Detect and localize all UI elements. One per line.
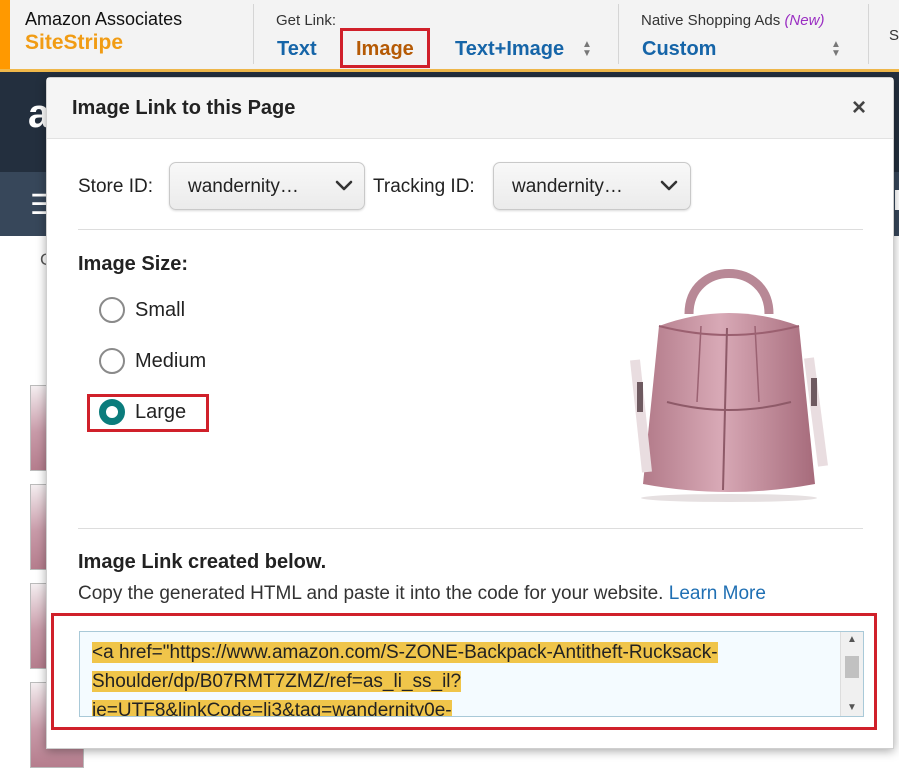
html-code-textarea[interactable]: <a href="https://www.amazon.com/S-ZONE-B…: [79, 631, 864, 717]
store-id-value: wandernity…: [188, 176, 299, 197]
radio-button-large-selected[interactable]: [99, 399, 125, 425]
divider: [618, 4, 619, 64]
sitestripe-bar: Amazon Associates SiteStripe Get Link: T…: [0, 0, 899, 72]
nav-item-edge: [895, 190, 899, 210]
tracking-id-value: wandernity…: [512, 176, 623, 197]
brand-line-sitestripe: SiteStripe: [25, 31, 124, 54]
tracking-id-dropdown[interactable]: wandernity…: [493, 162, 691, 210]
learn-more-link[interactable]: Learn More: [669, 583, 766, 604]
copy-instructions: Copy the generated HTML and paste it int…: [78, 583, 766, 605]
brand-line-associates: Amazon Associates: [25, 9, 183, 29]
link-created-label: Image Link created below.: [78, 551, 327, 573]
updown-arrow-icon[interactable]: ▲ ▼: [831, 40, 841, 59]
code-line: ie=UTF8&linkCode=li3&tag=wandernity0e-: [92, 700, 452, 716]
chevron-down-icon: [335, 180, 353, 191]
backpack-icon: [630, 269, 828, 502]
divider: [253, 4, 254, 64]
updown-arrow-icon[interactable]: ▲ ▼: [582, 40, 592, 59]
code-line: <a href="https://www.amazon.com/S-ZONE-B…: [92, 642, 718, 663]
code-line: Shoulder/dp/B07RMT7ZMZ/ref=as_li_ss_il?: [92, 671, 462, 692]
size-option-label: Small: [135, 299, 186, 321]
store-id-dropdown[interactable]: wandernity…: [169, 162, 365, 210]
native-ads-custom-dropdown[interactable]: Custom: [642, 38, 716, 61]
tracking-id-label: Tracking ID:: [373, 176, 475, 197]
generated-html-code[interactable]: <a href="https://www.amazon.com/S-ZONE-B…: [92, 638, 840, 716]
popup-title: Image Link to this Page: [72, 97, 296, 119]
get-link-image-button[interactable]: Image: [356, 38, 414, 61]
popup-header: Image Link to this Page ×: [47, 78, 893, 139]
scroll-thumb[interactable]: [845, 656, 859, 678]
size-option-label: Medium: [135, 350, 207, 372]
divider: [78, 528, 863, 529]
textarea-scrollbar[interactable]: ▲ ▼: [840, 632, 863, 716]
native-shopping-ads-label: Native Shopping Ads (New): [641, 12, 824, 29]
image-size-label: Image Size:: [78, 253, 189, 275]
divider: [78, 229, 863, 230]
scroll-down-arrow-icon[interactable]: ▼: [847, 702, 857, 713]
chevron-down-icon: [660, 180, 678, 191]
new-badge: (New): [784, 12, 825, 29]
divider: [868, 4, 869, 64]
cut-off-menu-item[interactable]: S: [889, 27, 899, 44]
native-ads-label-text: Native Shopping Ads: [641, 12, 781, 29]
radio-button-medium[interactable]: [99, 348, 125, 374]
store-id-label: Store ID:: [78, 176, 153, 197]
radio-button-small[interactable]: [99, 297, 125, 323]
get-link-label: Get Link:: [276, 12, 337, 29]
get-link-text-image-button[interactable]: Text+Image: [455, 38, 564, 61]
get-link-text-button[interactable]: Text: [277, 38, 317, 61]
copy-instructions-text: Copy the generated HTML and paste it int…: [78, 583, 664, 604]
size-option-label: Large: [135, 401, 187, 423]
image-link-popup: Image Link to this Page × Store ID: wand…: [46, 77, 894, 749]
close-icon[interactable]: ×: [852, 94, 866, 122]
scroll-up-arrow-icon[interactable]: ▲: [847, 634, 857, 645]
sitestripe-accent-strip: [0, 0, 10, 69]
